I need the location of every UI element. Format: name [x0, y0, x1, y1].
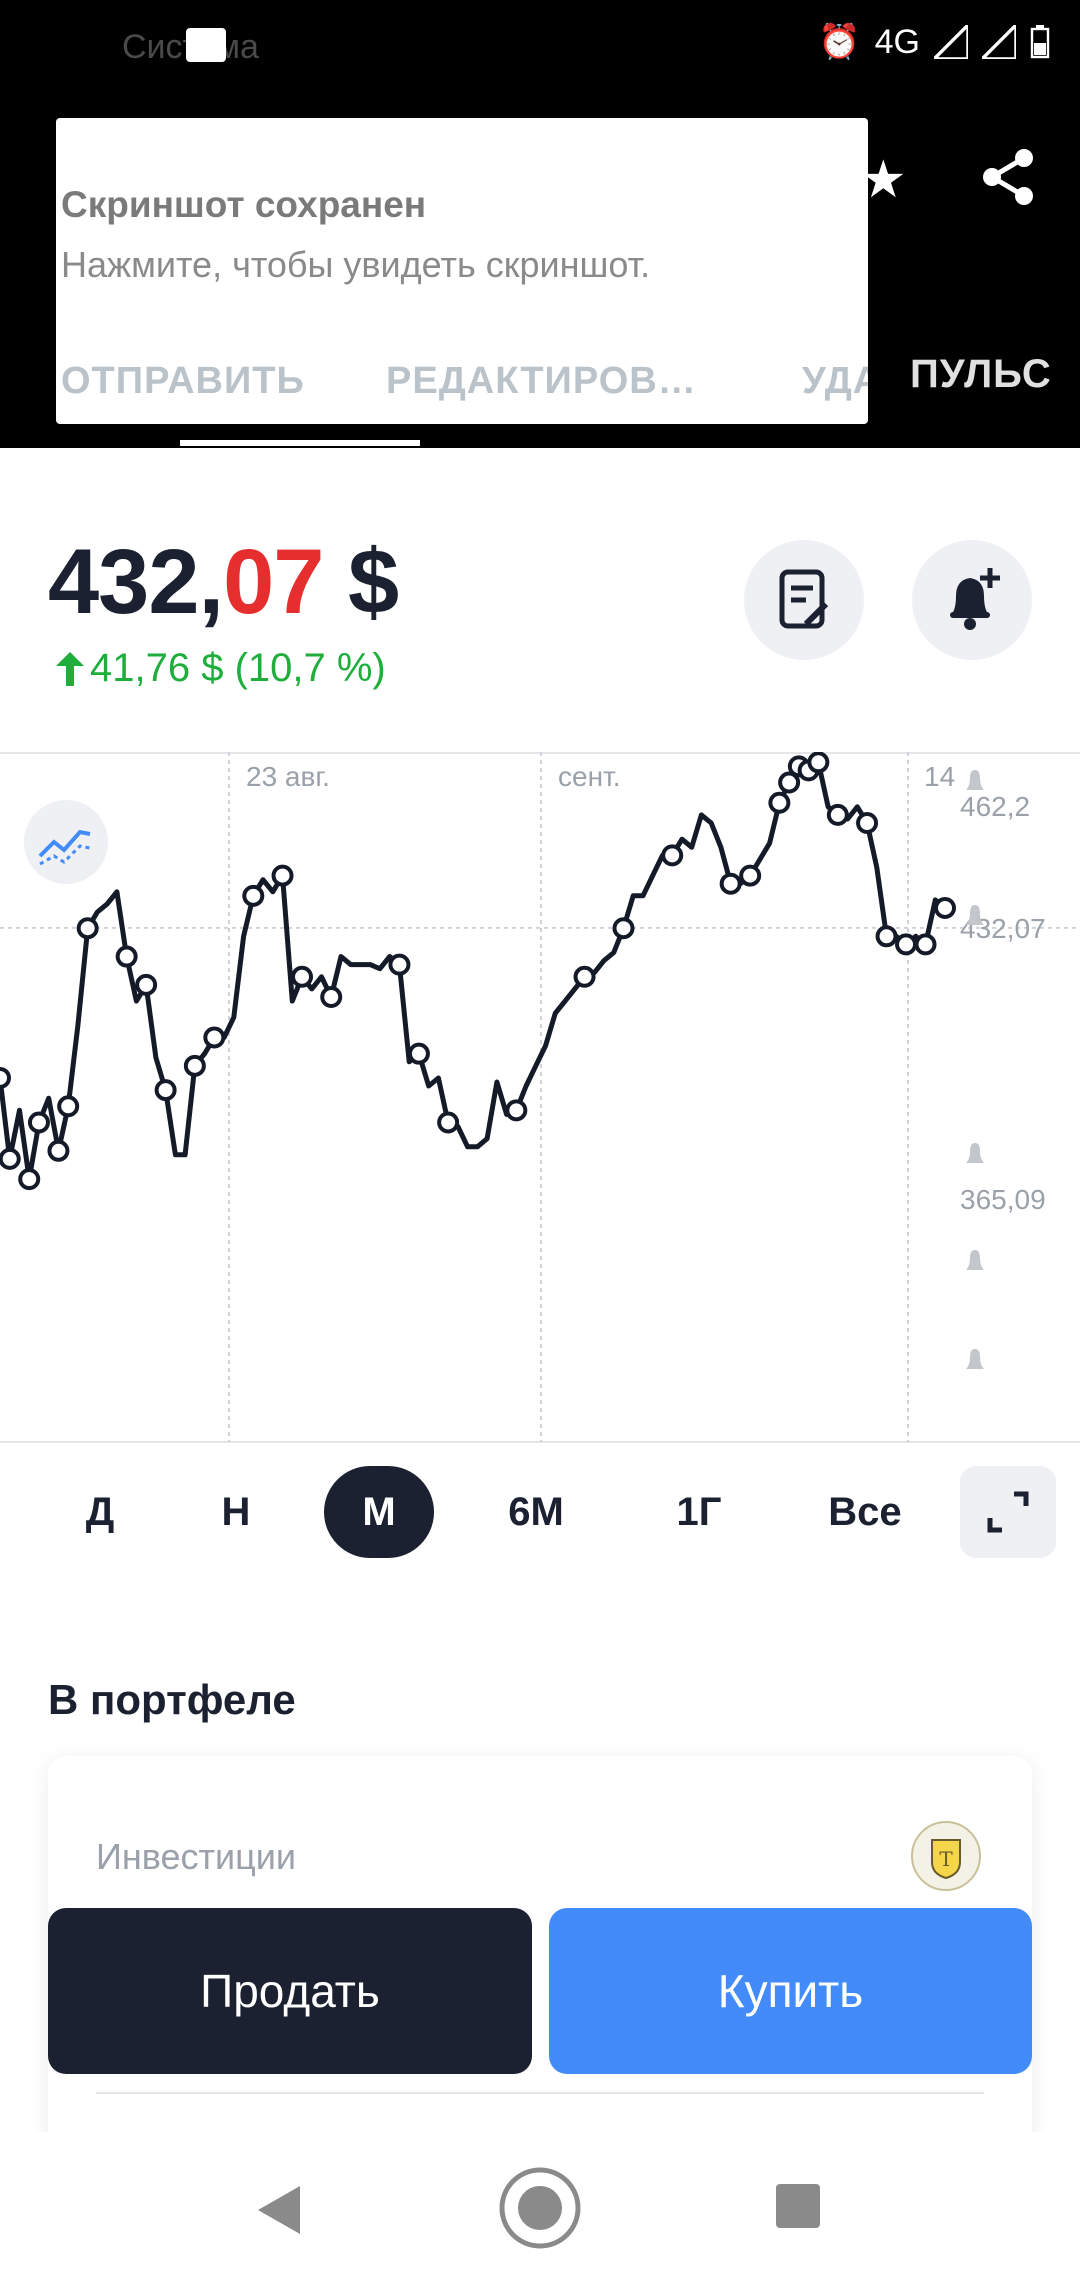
- data-point: [407, 1042, 430, 1065]
- network-type: 4G: [874, 22, 920, 61]
- data-point: [115, 945, 138, 968]
- data-point: [135, 973, 158, 996]
- data-point: [183, 1054, 206, 1077]
- data-point: [875, 925, 898, 948]
- period-6-months[interactable]: 6М: [496, 1466, 576, 1558]
- battery-icon: [1030, 25, 1050, 59]
- x-tick-label: 14: [924, 761, 955, 792]
- period-day[interactable]: Д: [70, 1466, 130, 1558]
- card-divider: [96, 2092, 984, 2094]
- nav-home-icon[interactable]: [498, 2166, 582, 2250]
- y-tick-label: 462,2: [960, 791, 1030, 822]
- price-decimals: 07: [223, 531, 324, 633]
- price-integer: 432,: [48, 531, 224, 633]
- nav-back-icon[interactable]: [254, 2182, 306, 2238]
- data-point: [437, 1111, 460, 1134]
- period-all[interactable]: Все: [820, 1466, 910, 1558]
- screenshot-notification[interactable]: Скриншот сохранен Нажмите, чтобы увидеть…: [56, 118, 868, 424]
- data-point: [719, 872, 742, 895]
- status-icons: ⏰ 4G: [818, 22, 1050, 62]
- data-point: [27, 1111, 50, 1134]
- arrow-up-icon: [56, 651, 84, 686]
- period-year[interactable]: 1Г: [664, 1466, 734, 1558]
- data-point: [856, 811, 879, 834]
- data-point: [612, 917, 635, 940]
- data-point: [271, 864, 294, 887]
- price-chart[interactable]: 23 авг. сент. 14 462,2432,07365,09: [0, 752, 1080, 1444]
- data-point: [807, 752, 830, 774]
- portfolio-account-label: Инвестиции: [96, 1836, 296, 1877]
- note-edit-icon: [779, 569, 829, 629]
- x-tick-label: 23 авг.: [246, 761, 330, 792]
- data-point: [57, 1095, 80, 1118]
- data-point: [76, 917, 99, 940]
- notification-edit-button[interactable]: РЕДАКТИРОВ…: [386, 360, 697, 403]
- data-point: [914, 933, 937, 956]
- sell-button[interactable]: Продать: [48, 1908, 532, 2074]
- notification-text: Нажмите, чтобы увидеть скриншот.: [61, 244, 651, 285]
- signal-icon: [934, 25, 968, 59]
- alarm-icon: ⏰: [818, 23, 861, 61]
- x-tick-label: сент.: [558, 761, 621, 792]
- price-series-line: [0, 759, 947, 1182]
- signal-icon-2: [982, 25, 1016, 59]
- data-point: [203, 1026, 226, 1049]
- data-point: [768, 791, 791, 814]
- bell-plus-icon: [950, 568, 1000, 630]
- data-point: [291, 965, 314, 988]
- data-point: [573, 965, 596, 988]
- chart-type-button[interactable]: [24, 800, 108, 884]
- svg-text:Т: Т: [939, 1847, 953, 1871]
- data-point: [895, 933, 918, 956]
- data-point: [154, 1079, 177, 1102]
- data-point: [18, 1168, 41, 1191]
- alert-bell-icon: [966, 1349, 984, 1369]
- note-button[interactable]: [744, 540, 864, 660]
- data-point: [0, 1066, 11, 1089]
- price-alert-button[interactable]: [912, 540, 1032, 660]
- alert-bell-icon: [966, 1143, 984, 1163]
- alert-bell-icon: [966, 770, 984, 790]
- current-price: 432,07 $: [48, 530, 399, 635]
- tab-puls[interactable]: ПУЛЬС: [910, 352, 1052, 397]
- data-point: [242, 884, 265, 907]
- price-change: 41,76 $ (10,7 %): [56, 646, 386, 691]
- period-month[interactable]: М: [324, 1466, 434, 1558]
- price-currency: $: [323, 531, 399, 633]
- notification-delete-button[interactable]: УДА: [802, 360, 868, 403]
- expand-icon: [987, 1491, 1029, 1533]
- bank-logo-icon: Т: [911, 1821, 981, 1891]
- data-point: [739, 864, 762, 887]
- buy-button[interactable]: Купить: [549, 1908, 1032, 2074]
- y-tick-label: 365,09: [960, 1184, 1046, 1215]
- gallery-icon: [186, 28, 226, 62]
- data-point: [320, 986, 343, 1009]
- notification-title: Скриншот сохранен: [61, 184, 427, 225]
- data-point: [826, 803, 849, 826]
- period-week[interactable]: Н: [206, 1466, 266, 1558]
- notification-send-button[interactable]: ОТПРАВИТЬ: [61, 360, 305, 403]
- price-change-value: 41,76 $ (10,7 %): [90, 646, 386, 690]
- data-point: [47, 1139, 70, 1162]
- data-point: [934, 896, 956, 919]
- data-point: [388, 953, 411, 976]
- portfolio-title: В портфеле: [48, 1676, 296, 1723]
- share-icon[interactable]: [974, 142, 1044, 212]
- alert-bell-icon: [966, 1250, 984, 1270]
- nav-recent-icon[interactable]: [776, 2184, 820, 2228]
- expand-chart-button[interactable]: [960, 1466, 1056, 1558]
- data-point: [0, 1147, 21, 1170]
- tab-indicator: [180, 440, 420, 446]
- data-point: [661, 844, 684, 867]
- data-point: [505, 1099, 528, 1122]
- chart-trend-icon: [38, 829, 91, 866]
